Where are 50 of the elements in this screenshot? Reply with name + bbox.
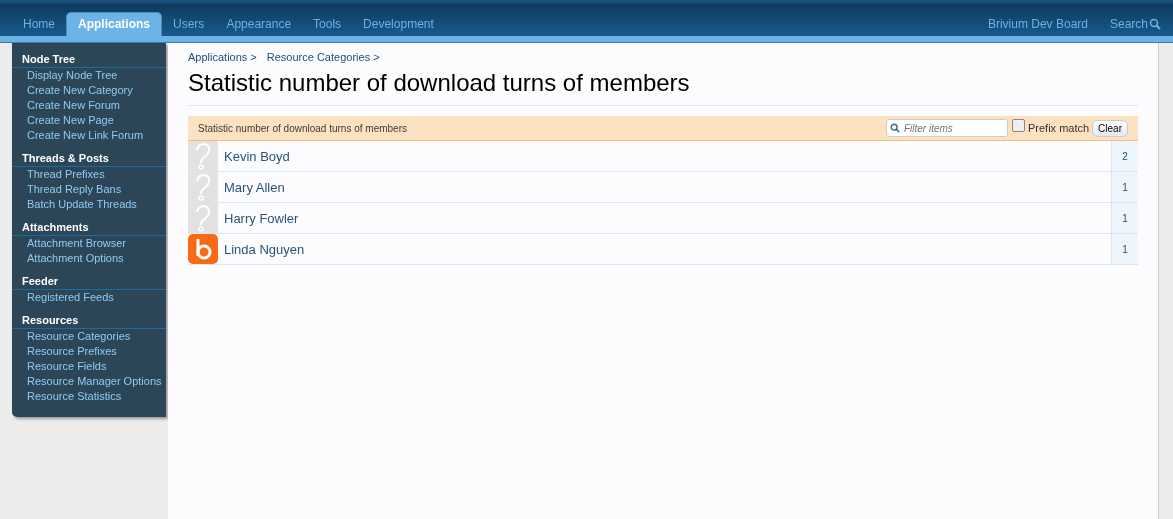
- member-name-link[interactable]: Harry Fowler: [218, 210, 1111, 226]
- nav-tab[interactable]: Tools: [302, 13, 353, 36]
- sidebar-link[interactable]: Thread Reply Bans: [12, 182, 166, 197]
- prefix-match-label: Prefix match: [1027, 122, 1090, 134]
- list-title: Statistic number of download turns of members: [198, 122, 408, 134]
- download-count: 1: [1111, 203, 1138, 233]
- member-name-link[interactable]: Mary Allen: [218, 179, 1111, 195]
- nav-tab[interactable]: Users: [162, 13, 216, 36]
- member-name-link[interactable]: Kevin Boyd: [218, 148, 1111, 164]
- member-name-link[interactable]: Linda Nguyen: [218, 241, 1111, 257]
- avatar-icon: [188, 234, 218, 264]
- default-avatar-icon: [188, 141, 218, 171]
- sidebar-heading: Node Tree: [12, 51, 166, 68]
- default-avatar-icon: [188, 203, 218, 233]
- sidebar-link[interactable]: Create New Link Forum: [12, 128, 166, 143]
- breadcrumb-link[interactable]: Resource Categories >: [266, 51, 380, 63]
- search-icon: [1149, 18, 1161, 30]
- sidebar-link[interactable]: Create New Forum: [12, 98, 166, 113]
- nav-tab[interactable]: Appearance: [215, 13, 303, 36]
- sidebar-heading: Resources: [12, 312, 166, 329]
- download-count: 1: [1111, 172, 1138, 202]
- download-count: 1: [1111, 234, 1138, 264]
- default-avatar-icon: [188, 172, 218, 202]
- sidebar-heading: Attachments: [12, 219, 166, 236]
- sidebar-heading: Feeder: [12, 273, 166, 290]
- sidebar-link[interactable]: Resource Categories: [12, 329, 166, 344]
- sidebar-link[interactable]: Display Node Tree: [12, 68, 166, 83]
- sidebar-link[interactable]: Resource Fields: [12, 359, 166, 374]
- sidebar-link[interactable]: Batch Update Threads: [12, 197, 166, 212]
- sidebar-link[interactable]: Create New Category: [12, 83, 166, 98]
- sidebar-heading: Threads & Posts: [12, 150, 166, 167]
- breadcrumb-link[interactable]: Applications >: [188, 51, 257, 63]
- board-link[interactable]: Brivium Dev Board: [987, 17, 1088, 31]
- sidebar-link[interactable]: Attachment Options: [12, 251, 166, 266]
- download-count: 2: [1111, 141, 1138, 171]
- sidebar-link[interactable]: Thread Prefixes: [12, 167, 166, 182]
- nav-tab[interactable]: Development: [352, 13, 445, 36]
- clear-button[interactable]: Clear: [1092, 119, 1128, 137]
- page-title: Statistic number of download turns of members: [188, 69, 1138, 106]
- sidebar-link[interactable]: Resource Manager Options: [12, 374, 166, 389]
- search-icon: [889, 123, 900, 133]
- search-link[interactable]: Search: [1109, 17, 1161, 31]
- sidebar-link[interactable]: Resource Statistics: [12, 389, 166, 404]
- sidebar-link[interactable]: Registered Feeds: [12, 290, 166, 305]
- filter-field[interactable]: Filter items: [885, 119, 1008, 137]
- nav-tab[interactable]: Home: [12, 13, 66, 36]
- sidebar-link[interactable]: Create New Page: [12, 113, 166, 128]
- sidebar-link[interactable]: Resource Prefixes: [12, 344, 166, 359]
- prefix-match-checkbox[interactable]: [1011, 119, 1025, 132]
- sidebar-link[interactable]: Attachment Browser: [12, 236, 166, 251]
